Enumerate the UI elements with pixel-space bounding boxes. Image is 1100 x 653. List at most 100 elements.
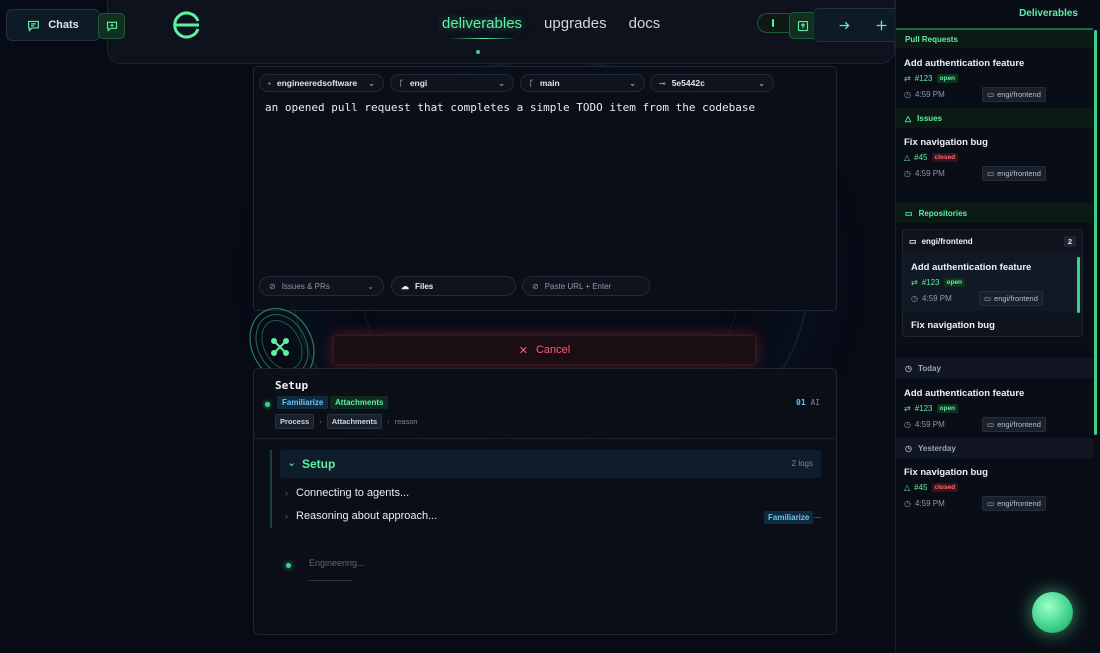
breadcrumb-reason: reason bbox=[394, 417, 418, 426]
chevron-down-icon: ⌄ bbox=[367, 281, 374, 291]
section-pull-requests[interactable]: Pull Requests bbox=[896, 28, 1093, 48]
today-card[interactable]: Add authentication feature ⇄ #123 open ◷ 4:… bbox=[896, 388, 1093, 432]
chevron-right-icon: › bbox=[285, 511, 288, 521]
card-repo-text: engi/frontend bbox=[997, 90, 1041, 99]
breadcrumb-separator: › bbox=[387, 417, 390, 426]
folder-icon: ▭ bbox=[987, 420, 995, 429]
card-time: ◷ 4:59 PM bbox=[904, 169, 945, 178]
folder-icon: ▭ bbox=[987, 499, 995, 508]
card-number-row: ⇄ #123 open bbox=[904, 74, 959, 83]
card-repo-text: engi/frontend bbox=[997, 499, 1041, 508]
repo-item[interactable]: Add authentication feature ⇄ #123 open ◷ 4:… bbox=[903, 262, 1082, 306]
tab-deliverables[interactable]: deliverables bbox=[442, 15, 522, 32]
setup-title: Setup bbox=[275, 379, 309, 392]
log-count: 2 logs bbox=[791, 459, 813, 468]
files-button[interactable]: ☁ Files bbox=[391, 276, 516, 296]
warning-icon: △ bbox=[904, 483, 911, 492]
link-icon: ⊘ bbox=[269, 281, 276, 291]
card-number-row: ⇄ #123 open bbox=[904, 404, 959, 413]
section-repositories[interactable]: ▭ Repositories bbox=[896, 203, 1093, 223]
tab-docs[interactable]: docs bbox=[629, 15, 661, 32]
card-title: Add authentication feature bbox=[911, 262, 1032, 273]
issues-prs-selector[interactable]: ⊘ Issues & PRs ⌄ bbox=[259, 276, 384, 296]
card-number: #123 bbox=[914, 74, 933, 83]
card-repo-text: engi/frontend bbox=[994, 294, 1038, 303]
breadcrumb-separator: › bbox=[319, 417, 322, 426]
card-time: ◷ 4:59 PM bbox=[904, 90, 945, 99]
chevron-down-icon: ⌄ bbox=[498, 78, 505, 88]
card-time: ◷ 4:59 PM bbox=[904, 420, 945, 429]
pull-request-icon: ⇄ bbox=[904, 74, 911, 83]
repository-selector[interactable]: ᚴ engi ⌄ bbox=[390, 74, 514, 92]
upload-icon bbox=[797, 20, 809, 32]
plus-icon[interactable] bbox=[875, 19, 888, 32]
prompt-input[interactable]: an opened pull request that completes a … bbox=[265, 101, 755, 114]
pr-card[interactable]: Add authentication feature ⇄ #123 open ◷ 4:… bbox=[896, 58, 1093, 102]
card-time-text: 4:59 PM bbox=[914, 499, 945, 508]
new-chat-button[interactable] bbox=[98, 13, 125, 39]
log-item[interactable]: › Reasoning about approach... bbox=[285, 510, 437, 522]
deliverables-sidebar: Deliverables Pull Requests Add authentic… bbox=[895, 0, 1100, 653]
new-chat-icon bbox=[106, 20, 118, 32]
ai-count: 01 bbox=[796, 398, 806, 407]
log-group-title: Setup bbox=[302, 457, 336, 471]
clock-icon: ◷ bbox=[904, 420, 911, 429]
section-label: Yesterday bbox=[917, 443, 956, 453]
issue-card[interactable]: Fix navigation bug △ #45 closed ◷ 4:59 PM ▭… bbox=[896, 137, 1093, 181]
tab-upgrades[interactable]: upgrades bbox=[544, 15, 607, 32]
card-number: #45 bbox=[914, 483, 928, 492]
active-tab-underline bbox=[450, 38, 516, 39]
yesterday-card[interactable]: Fix navigation bug △ #45 closed ◷ 4:59 PM ▭… bbox=[896, 467, 1093, 511]
log-badge-dash bbox=[814, 517, 821, 518]
card-repo-text: engi/frontend bbox=[997, 420, 1041, 429]
branch-selector[interactable]: ᚴ main ⌄ bbox=[520, 74, 645, 92]
active-tab-dot bbox=[476, 50, 480, 54]
status-dot bbox=[265, 402, 270, 407]
cloud-icon: ☁ bbox=[401, 281, 409, 291]
ai-label: AI bbox=[810, 398, 821, 407]
sidebar-title: Deliverables bbox=[1019, 8, 1078, 19]
breadcrumb-process[interactable]: Process bbox=[275, 414, 315, 429]
log-item[interactable]: › Connecting to agents... bbox=[285, 487, 409, 499]
section-issues[interactable]: △ Issues bbox=[896, 108, 1093, 128]
branch-selector-label: main bbox=[539, 78, 560, 88]
card-number: #123 bbox=[921, 278, 940, 287]
repo-group[interactable]: ▭ engi/frontend 2 Add authentication feat… bbox=[902, 229, 1083, 337]
clock-icon: ◷ bbox=[904, 499, 911, 508]
paste-url-input[interactable]: ⊘ Paste URL + Enter bbox=[522, 276, 650, 296]
engineering-status: Engineering... bbox=[309, 558, 365, 568]
sidebar-scrollbar[interactable] bbox=[1094, 30, 1097, 435]
chevron-down-icon: ⌄ bbox=[629, 78, 636, 88]
card-repo-text: engi/frontend bbox=[997, 169, 1041, 178]
engi-logo[interactable] bbox=[171, 9, 203, 41]
engineering-underline bbox=[308, 580, 352, 581]
setup-panel: Setup Familiarize Attachments Process › … bbox=[253, 368, 837, 635]
arrow-right-icon[interactable] bbox=[838, 19, 851, 32]
card-time-text: 4:59 PM bbox=[914, 420, 945, 429]
cancel-button[interactable]: ✕ Cancel bbox=[333, 335, 756, 365]
clock-icon: ◷ bbox=[911, 294, 918, 303]
commit-selector[interactable]: ⊸ 5e5442c ⌄ bbox=[650, 74, 774, 92]
log-text: Reasoning about approach... bbox=[296, 510, 438, 522]
repo-item[interactable]: Fix navigation bug bbox=[903, 320, 1082, 336]
section-yesterday[interactable]: ◷ Yesterday bbox=[896, 438, 1093, 458]
pull-request-icon: ⇄ bbox=[904, 404, 911, 413]
folder-icon: ▭ bbox=[987, 169, 995, 178]
commit-selector-label: 5e5442c bbox=[671, 78, 705, 88]
warning-icon: △ bbox=[904, 153, 911, 162]
chats-label: Chats bbox=[48, 19, 79, 31]
folder-icon: ▭ bbox=[987, 90, 995, 99]
card-time: ◷ 4:59 PM bbox=[904, 499, 945, 508]
card-repo: ▭ engi/frontend bbox=[979, 291, 1043, 306]
assistant-orb-button[interactable] bbox=[1032, 592, 1073, 633]
card-number: #123 bbox=[914, 404, 933, 413]
repo-group-name: engi/frontend bbox=[921, 237, 973, 246]
log-group-header[interactable]: ⌄ Setup 2 logs bbox=[280, 450, 821, 478]
organization-selector[interactable]: ▪ engineeredsoftware ⌄ bbox=[259, 74, 384, 92]
section-today[interactable]: ◷ Today bbox=[896, 358, 1093, 378]
breadcrumb-attachments[interactable]: Attachments bbox=[326, 414, 383, 429]
chats-button[interactable]: Chats bbox=[6, 9, 100, 41]
clock-icon: ◷ bbox=[904, 90, 911, 99]
repo-group-count: 2 bbox=[1063, 236, 1076, 247]
card-title: Fix navigation bug bbox=[904, 467, 988, 478]
